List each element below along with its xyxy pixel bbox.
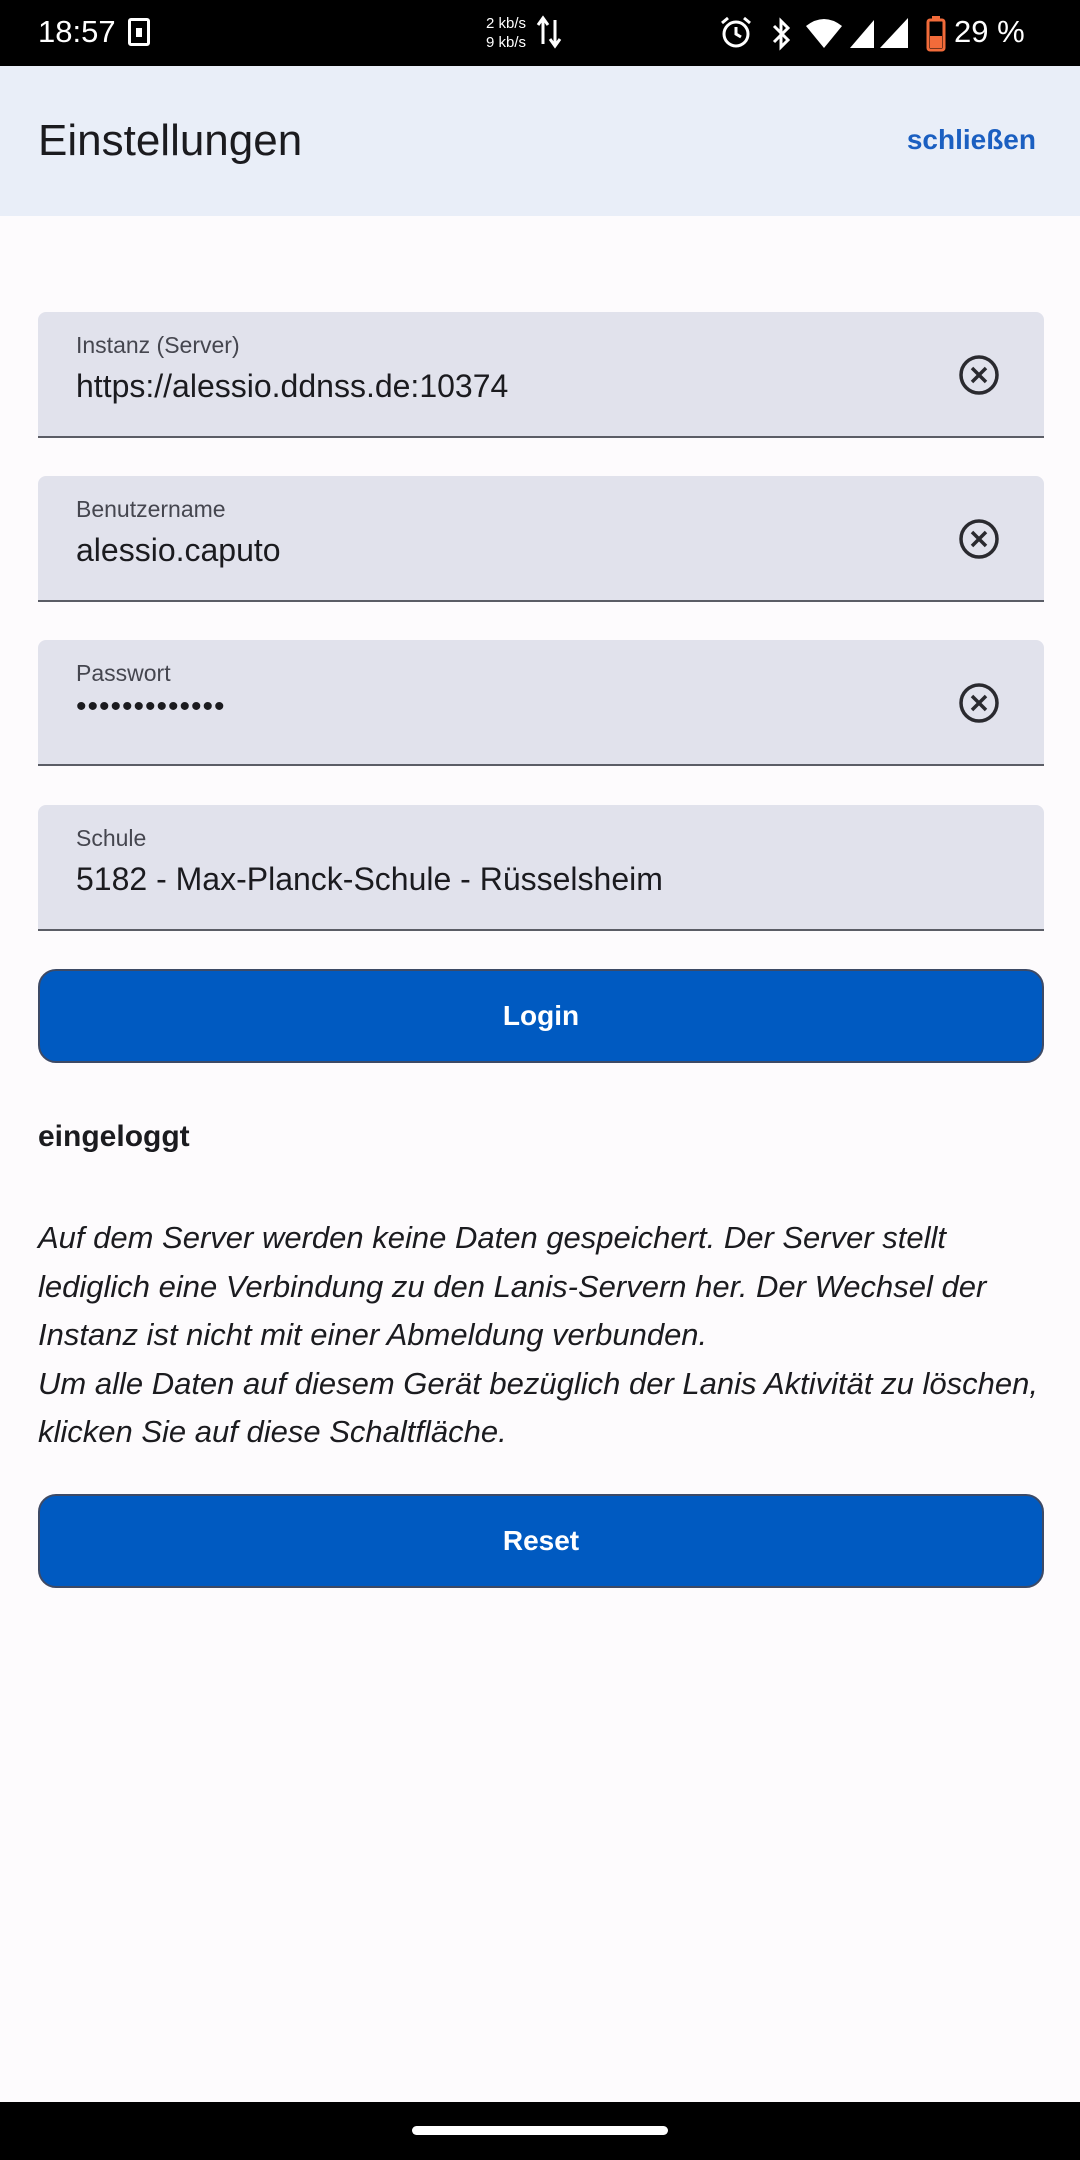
reset-button[interactable]: Reset: [38, 1494, 1044, 1588]
school-select-value: 5182 - Max-Planck-Schule - Rüsselsheim: [76, 861, 663, 897]
instance-field-value: https://alessio.ddnss.de:10374: [76, 368, 509, 404]
school-select[interactable]: Schule 5182 - Max-Planck-Schule - Rüssel…: [38, 805, 1044, 931]
signal-icon: [850, 18, 908, 48]
info-line: Auf dem Server werden keine Daten gespei…: [38, 1220, 947, 1255]
sim-card-icon: [128, 18, 150, 46]
info-text: Auf dem Server werden keine Daten gespei…: [38, 1214, 1048, 1457]
network-speed-up: 2 kb/s: [486, 15, 527, 32]
clear-password-icon[interactable]: [956, 680, 1002, 726]
home-gesture-handle[interactable]: [412, 2126, 668, 2135]
username-field[interactable]: Benutzername alessio.caputo: [38, 476, 1044, 602]
alarm-icon: [721, 16, 751, 48]
password-field-label: Passwort: [76, 660, 171, 686]
info-line: lediglich eine Verbindung zu den Lanis-S…: [38, 1268, 987, 1304]
school-select-label: Schule: [76, 825, 147, 851]
battery-icon: [926, 16, 946, 52]
clear-instance-icon[interactable]: [956, 352, 1002, 398]
close-button[interactable]: schließen: [907, 124, 1036, 156]
network-speed-down: 9 kb/s: [486, 34, 527, 51]
navigation-bar: [0, 2102, 1080, 2160]
instance-field-label: Instanz (Server): [76, 332, 240, 358]
login-status: eingeloggt: [38, 1120, 190, 1153]
battery-percentage: 29 %: [954, 14, 1025, 49]
app-bar: Einstellungen schließen: [0, 66, 1080, 216]
info-line: Um alle Daten auf diesem Gerät bezüglich…: [38, 1365, 1038, 1401]
data-transfer-icon: [536, 15, 562, 49]
info-line: klicken Sie auf diese Schaltfläche.: [38, 1414, 507, 1449]
password-field-value: •••••••••••••: [76, 690, 226, 723]
info-line: Instanz ist nicht mit einer Abmeldung ve…: [38, 1317, 708, 1352]
password-field[interactable]: Passwort •••••••••••••: [38, 640, 1044, 766]
instance-field[interactable]: Instanz (Server) https://alessio.ddnss.d…: [38, 312, 1044, 438]
login-button[interactable]: Login: [38, 969, 1044, 1063]
wifi-icon: [806, 19, 842, 48]
bluetooth-icon: [772, 17, 791, 51]
status-time: 18:57: [38, 14, 116, 49]
status-icons: [721, 16, 946, 52]
username-field-label: Benutzername: [76, 496, 226, 522]
page-title: Einstellungen: [38, 116, 303, 165]
status-bar: 18:57 2 kb/s 9 kb/s 29 %: [0, 0, 1080, 66]
clear-username-icon[interactable]: [956, 516, 1002, 562]
network-speed: 2 kb/s 9 kb/s: [486, 14, 526, 52]
username-field-value: alessio.caputo: [76, 532, 281, 568]
